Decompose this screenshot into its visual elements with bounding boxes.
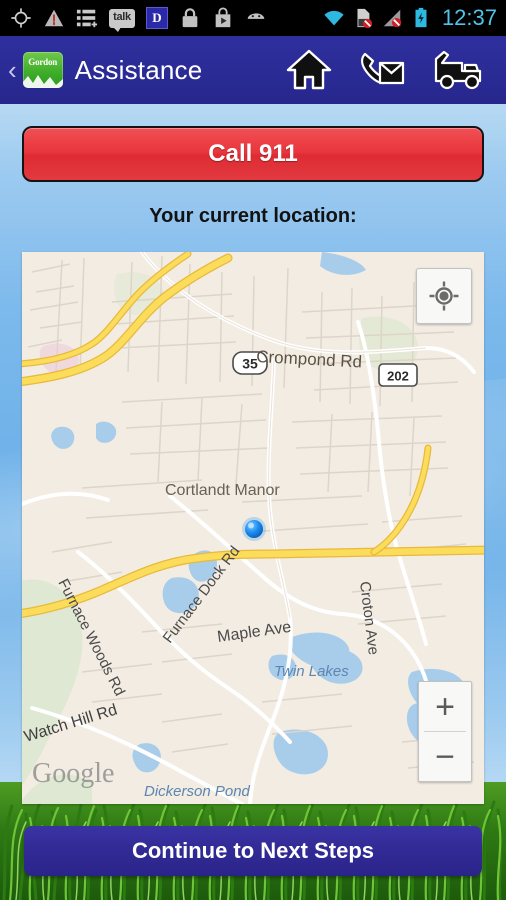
zoom-in-button[interactable]: + [419, 682, 471, 731]
route-shield-202: 202 [387, 369, 409, 384]
android-status-bar[interactable]: talk D 12:37 [0, 0, 506, 36]
my-location-icon [428, 280, 460, 312]
back-button[interactable]: ‹ [0, 57, 21, 83]
app-header-bar: ‹ Gordon Assistance [0, 36, 506, 104]
signal-error-icon [381, 7, 403, 29]
contact-icon[interactable] [358, 49, 406, 91]
gps-crosshair-icon [10, 7, 32, 29]
continue-to-next-steps-button[interactable]: Continue to Next Steps [24, 826, 482, 876]
tow-truck-icon[interactable] [432, 49, 484, 91]
lock-icon [179, 7, 201, 29]
phone-screen: talk D 12:37 ‹ Gordon Assistance Call 91… [0, 0, 506, 900]
zoom-out-button[interactable]: − [419, 732, 471, 781]
map-label-twin-lakes: Twin Lakes [274, 663, 349, 680]
gordon-logo-text: Gordon [28, 57, 58, 67]
status-clock: 12:37 [441, 5, 497, 30]
talk-icon: talk [109, 8, 135, 32]
sd-card-error-icon [352, 7, 374, 29]
map-label-dickerson-pond: Dickerson Pond [144, 783, 251, 800]
map-label-cortlandt-manor: Cortlandt Manor [165, 482, 280, 499]
location-map[interactable]: 35 202 Crompond Rd Cortlandt Manor Furna… [22, 252, 484, 804]
android-robot-icon [245, 7, 267, 29]
map-zoom-controls[interactable]: + − [418, 681, 472, 782]
app-badge-icon: D [146, 7, 168, 29]
page-title: Assistance [74, 54, 203, 85]
header-actions [286, 49, 506, 91]
my-location-button[interactable] [416, 268, 472, 324]
current-location-caption: Your current location: [149, 205, 357, 227]
play-store-icon [212, 7, 234, 29]
wifi-icon [323, 7, 345, 29]
task-list-icon [76, 7, 98, 29]
home-icon[interactable] [286, 49, 332, 91]
current-location-dot [242, 517, 266, 541]
battery-charging-icon [410, 7, 432, 29]
warning-triangle-icon [43, 7, 65, 29]
call-911-button[interactable]: Call 911 [22, 126, 484, 182]
gordon-logo[interactable]: Gordon [22, 52, 63, 88]
google-attribution: Google [32, 758, 115, 789]
